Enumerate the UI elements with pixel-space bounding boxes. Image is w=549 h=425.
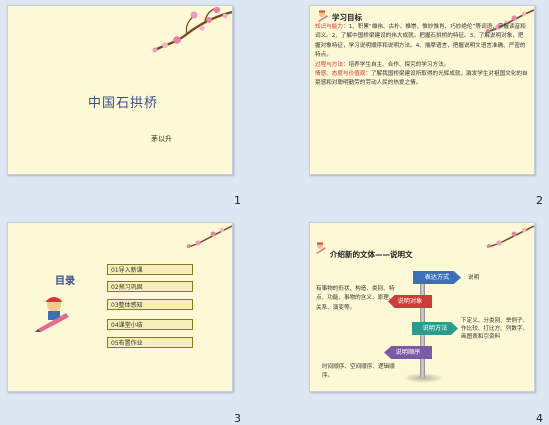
pencil-mascot-icon (318, 10, 328, 22)
slide-2-thumbnail[interactable]: 学习目标 知识与能力：1、积累“雄伟、古朴、推崇、惟妙惟肖、巧妙绝伦”等词语，掌… (309, 5, 535, 175)
method-note: 下定义、分类别、举例子、作比较、打比方、列数字、画图表和引资料 (461, 318, 529, 340)
slide-number-3: 3 (234, 412, 241, 425)
section-heading: 介绍新的文体——说明文 (330, 250, 413, 259)
signpost-method-sign: 说明方法 (412, 322, 458, 335)
object-note: 有事物的形状、构造、类别、特点、功能、事物的含义、原理、关系、演变等。 (316, 286, 395, 311)
pencil-mascot-icon (316, 242, 326, 254)
signpost-expression-sign: 表达方式 (413, 271, 461, 284)
order-note: 时间顺序、空间顺序、逻辑顺序。 (322, 364, 395, 380)
learning-goals-body: 知识与能力：1、积累“雄伟、古朴、推崇、惟妙惟肖、巧妙绝伦”等词语，掌握读音和词… (315, 23, 529, 89)
slide-number-2: 2 (536, 194, 543, 207)
emotion-label: 情感、态度与价值观： (315, 71, 371, 78)
slide-4-thumbnail[interactable]: 介绍新的文体——说明文 表达方式 说明 有事物的形状、构造、类别、特点、功能、事… (309, 222, 535, 392)
process-label: 过程与方法： (315, 61, 349, 68)
toc-item-5[interactable]: 05布置作业 (107, 337, 193, 348)
signpost-order-sign: 说明顺序 (384, 346, 432, 359)
toc-item-4[interactable]: 04课堂小结 (107, 319, 193, 330)
slide-number-1: 1 (234, 194, 241, 207)
slide-title: 中国石拱桥 (88, 96, 159, 111)
slide-author: 茅以升 (151, 135, 172, 143)
expression-note: 说明 (468, 275, 480, 281)
process-text: 培养学生自主、合作、探究的学习方法。 (348, 61, 450, 68)
slide-number-4: 4 (536, 412, 543, 425)
slide-3-thumbnail[interactable]: 目录 01导入新课 02预习巩固 03整体感知 04课堂小结 05布置作业 (7, 222, 233, 392)
plum-blossom-branch-icon (152, 6, 232, 53)
abilities-label: 知识与能力： (315, 24, 349, 30)
slide-1-thumbnail[interactable]: 中国石拱桥 茅以升 (7, 5, 233, 175)
toc-item-1[interactable]: 01导入新课 (107, 264, 193, 275)
pencil-boy-illustration-icon (35, 297, 69, 332)
section-heading: 学习目标 (332, 13, 362, 22)
toc-heading: 目录 (55, 276, 75, 287)
toc-item-2[interactable]: 02预习巩固 (107, 281, 193, 292)
plum-blossom-branch-icon (486, 225, 534, 248)
signpost-object-sign: 说明对象 (388, 295, 432, 308)
toc-item-3[interactable]: 03整体感知 (107, 299, 193, 310)
plum-blossom-branch-icon (186, 225, 232, 248)
